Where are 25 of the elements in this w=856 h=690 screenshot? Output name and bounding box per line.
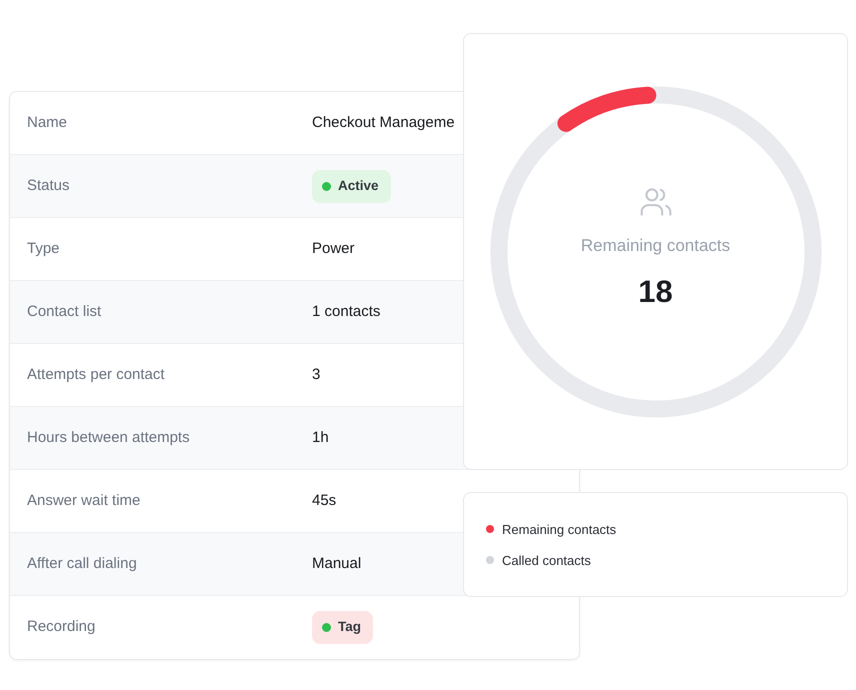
legend-label: Called contacts	[502, 552, 591, 568]
row-value: 1 contacts	[312, 302, 380, 322]
row-value: 3	[312, 364, 320, 385]
row-value: 1h	[312, 428, 329, 448]
legend-label: Remaining contacts	[502, 520, 616, 538]
row-label: Recording	[27, 617, 96, 638]
status-dot-icon	[322, 623, 331, 632]
badge-label: Tag	[338, 618, 361, 636]
status-dot-icon	[322, 182, 331, 190]
row-value: Manual	[312, 554, 362, 574]
row-label: Answer wait time	[27, 490, 140, 511]
remaining-count: 18	[638, 274, 673, 310]
row-label: Type	[27, 238, 60, 259]
row-value: Power	[312, 238, 355, 259]
users-icon	[638, 186, 672, 216]
row-value: 45s	[312, 490, 336, 511]
row-label: Attempts per contact	[27, 364, 165, 385]
badge-label: Active	[338, 176, 379, 195]
row-label: Status	[27, 176, 70, 196]
row-value: Checkout Manageme	[312, 112, 455, 133]
chart-title: Remaining contacts	[580, 236, 730, 256]
row-label: Name	[27, 112, 68, 133]
row-label: Affter call dialing	[27, 554, 137, 574]
row-label: Contact list	[27, 302, 102, 322]
row-label: Hours between attempts	[27, 428, 190, 448]
